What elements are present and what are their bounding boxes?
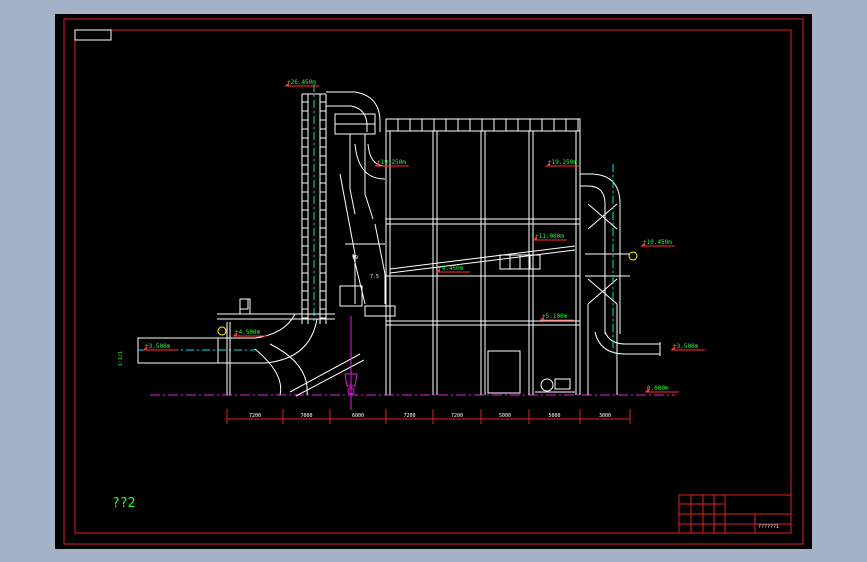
elev-duct-right: +3.500m [673,343,699,350]
elev-platform-right: +5.100m [542,313,568,320]
elev-inlet-left: +19.250m [377,159,406,166]
cad-drawing: 7200 7000 6000 7200 7200 5000 5000 3000 +26.450… [63,18,804,545]
section-tag: 1:1/1 [118,351,124,366]
elev-platform-left: +4.500m [235,329,261,336]
dimension-label: 7200 [451,413,463,419]
dimension-label: 6000 [352,413,364,419]
internal-conveyor [389,245,576,274]
dimension-row: 7200 7000 6000 7200 7200 5000 5000 3000 [226,409,631,424]
elev-right-side: +10.450m [643,239,672,246]
marker-circle-left [217,326,227,336]
dimension-label: 5000 [548,413,560,419]
elev-mid-lower: +9.450m [438,265,464,272]
dimension-label: 3000 [599,413,611,419]
right-outlet-duct [580,173,661,395]
screw-conveyor [289,353,365,397]
rotary-valve [344,316,358,410]
elev-duct-left: +3.500m [145,343,171,350]
dimension-label: 7000 [300,413,312,419]
control-cabinet [487,350,521,394]
drawing-note: ??2 [112,496,135,511]
elev-top: +26.450m [287,79,316,86]
small-left-stack [226,298,249,395]
drawing-number: ??????1 [758,524,779,530]
label-b: 7.5 [370,274,379,280]
roof-truss [385,119,579,131]
elev-inlet-right: +19.250m [548,159,577,166]
elev-ground: 0.000m [647,385,669,392]
marker-circle-right [628,251,638,261]
elev-mid-upper: +11.000m [535,233,564,240]
label-a: 99 [352,255,358,261]
top-elbow-duct [326,91,381,220]
sheet-tab [74,29,112,41]
house-columns [432,131,534,395]
dimension-label: 5000 [499,413,511,419]
cad-drawing-canvas: 7200 7000 6000 7200 7200 5000 5000 3000 +26.450… [55,14,812,549]
hopper [339,173,396,317]
dimension-label: 7200 [403,413,415,419]
dimension-label: 7200 [249,413,261,419]
fan-motor [535,378,575,393]
